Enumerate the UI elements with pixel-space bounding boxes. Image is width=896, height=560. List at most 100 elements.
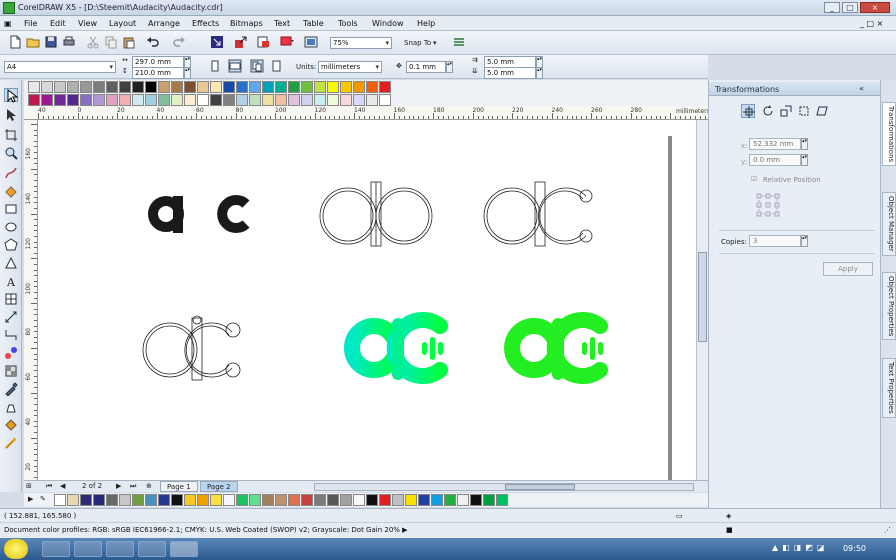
document-palette-swatch[interactable] [132,494,144,506]
maximize-button[interactable]: □ [842,2,858,13]
glyph-a-solid[interactable] [148,196,184,233]
copies-field[interactable]: 3 [749,235,801,247]
connector-tool-icon[interactable] [4,328,18,342]
palette-swatch[interactable] [353,94,365,106]
document-palette-swatch[interactable] [327,494,339,506]
taskbar-media-icon[interactable] [138,541,166,557]
palette-swatch[interactable] [340,81,352,93]
first-page-button[interactable]: ⏮ [46,482,52,491]
undo-icon[interactable] [146,35,160,49]
vertical-scrollbar[interactable] [696,120,708,480]
page-settings-icon[interactable]: ⊞ [26,482,32,490]
start-orb-icon[interactable] [4,539,28,559]
document-palette-swatch[interactable] [106,494,118,506]
document-palette-swatch[interactable] [67,494,79,506]
document-palette-swatch[interactable] [275,494,287,506]
document-palette-swatch[interactable] [54,494,66,506]
eyedropper-tool-icon[interactable] [4,382,18,396]
snap-to-dropdown[interactable]: Snap To [404,39,431,47]
palette-swatch[interactable] [301,81,313,93]
smart-fill-tool-icon[interactable] [4,184,18,198]
outline-ab-shape[interactable] [319,181,433,247]
apply-button[interactable]: Apply [823,262,873,276]
snap-to-arrow-icon[interactable]: ▾ [433,39,437,47]
vertical-scroll-thumb[interactable] [698,252,707,342]
transparency-tool-icon[interactable] [4,364,18,378]
palette-swatch[interactable] [223,94,235,106]
outline-tool-icon[interactable] [4,400,18,414]
interactive-fill-tool-icon[interactable] [4,436,18,450]
prev-page-button[interactable]: ◀ [60,482,65,490]
document-palette-swatch[interactable] [197,494,209,506]
document-palette-swatch[interactable] [457,494,469,506]
redo-icon[interactable] [172,35,186,49]
shape-tool-icon[interactable] [4,108,18,122]
palette-swatch[interactable] [80,81,92,93]
solid-green-logo[interactable] [504,312,608,384]
relative-position-checkbox[interactable]: ☑ [751,175,757,183]
nudge-spinner[interactable]: ▴▾ [446,61,453,73]
copies-spinner[interactable]: ▴▾ [801,235,808,247]
tab-object-properties[interactable]: Object Properties [882,272,896,341]
palette-swatch[interactable] [210,94,222,106]
palette-swatch[interactable] [54,94,66,106]
taskbar-coreldraw-icon[interactable] [170,541,198,557]
palette-swatch[interactable] [262,81,274,93]
minimize-button[interactable]: _ [824,2,840,13]
rotate-mode-icon[interactable] [761,104,775,118]
crop-tool-icon[interactable] [4,128,18,142]
import-icon[interactable] [210,35,224,49]
document-palette-swatch[interactable] [366,494,378,506]
document-palette-swatch[interactable] [80,494,92,506]
document-palette-swatch[interactable] [249,494,261,506]
palette-swatch[interactable] [132,81,144,93]
current-page-icon[interactable] [270,59,284,73]
zoom-tool-icon[interactable] [4,146,18,160]
palette-swatch[interactable] [119,94,131,106]
page-height-spinner[interactable]: ▴▾ [184,67,191,79]
menu-help[interactable]: Help [417,19,435,28]
drawing-canvas[interactable] [38,120,696,480]
nudge-distance-field[interactable]: 0.1 mm [406,61,446,73]
table-tool-icon[interactable] [4,292,18,306]
document-palette-swatch[interactable] [210,494,222,506]
horizontal-ruler[interactable]: 40 0 20 40 60 80 100 120 140 160 180 200 220 240 260 28… [24,106,708,120]
export-icon[interactable] [234,35,248,49]
menu-layout[interactable]: Layout [109,19,136,28]
palette-swatch[interactable] [301,94,313,106]
document-palette-swatch[interactable] [301,494,313,506]
palette-swatch[interactable] [158,94,170,106]
zoom-level-select[interactable]: 75% [330,37,392,49]
palette-swatch[interactable] [379,94,391,106]
tab-text-properties[interactable]: Text Properties [882,358,896,418]
docker-collapse-icon[interactable]: « [859,84,864,93]
palette-swatch[interactable] [67,94,79,106]
outline-ac-shape[interactable] [483,181,593,247]
document-palette-swatch[interactable] [314,494,326,506]
publish-pdf-icon[interactable] [256,35,270,49]
document-palette-swatch[interactable] [444,494,456,506]
new-document-icon[interactable] [8,35,22,49]
position-x-field[interactable]: 52.332 mm [749,138,801,150]
doc-restore-controls[interactable]: _ □ × [860,19,883,28]
palette-swatch[interactable] [249,81,261,93]
position-y-spinner[interactable]: ▴▾ [801,154,808,166]
horizontal-scroll-thumb[interactable] [505,484,575,490]
paper-size-select[interactable]: A4 [4,61,116,73]
palette-swatch[interactable] [327,81,339,93]
glyph-c-solid[interactable] [217,195,250,233]
tab-object-manager[interactable]: Object Manager [882,192,896,256]
skew-mode-icon[interactable] [815,104,829,118]
fill-tool-icon[interactable] [4,418,18,432]
close-button[interactable]: × [860,2,890,13]
palette-swatch[interactable] [340,94,352,106]
palette-swatch[interactable] [275,81,287,93]
palette-swatch[interactable] [132,94,144,106]
palette-swatch[interactable] [119,81,131,93]
taskbar-notepad-icon[interactable] [106,541,134,557]
paste-icon[interactable] [122,35,136,49]
next-page-button[interactable]: ▶ [116,482,121,490]
palette-swatch[interactable] [210,81,222,93]
duplicate-y-spinner[interactable]: ▴▾ [536,67,543,79]
palette-swatch[interactable] [314,81,326,93]
